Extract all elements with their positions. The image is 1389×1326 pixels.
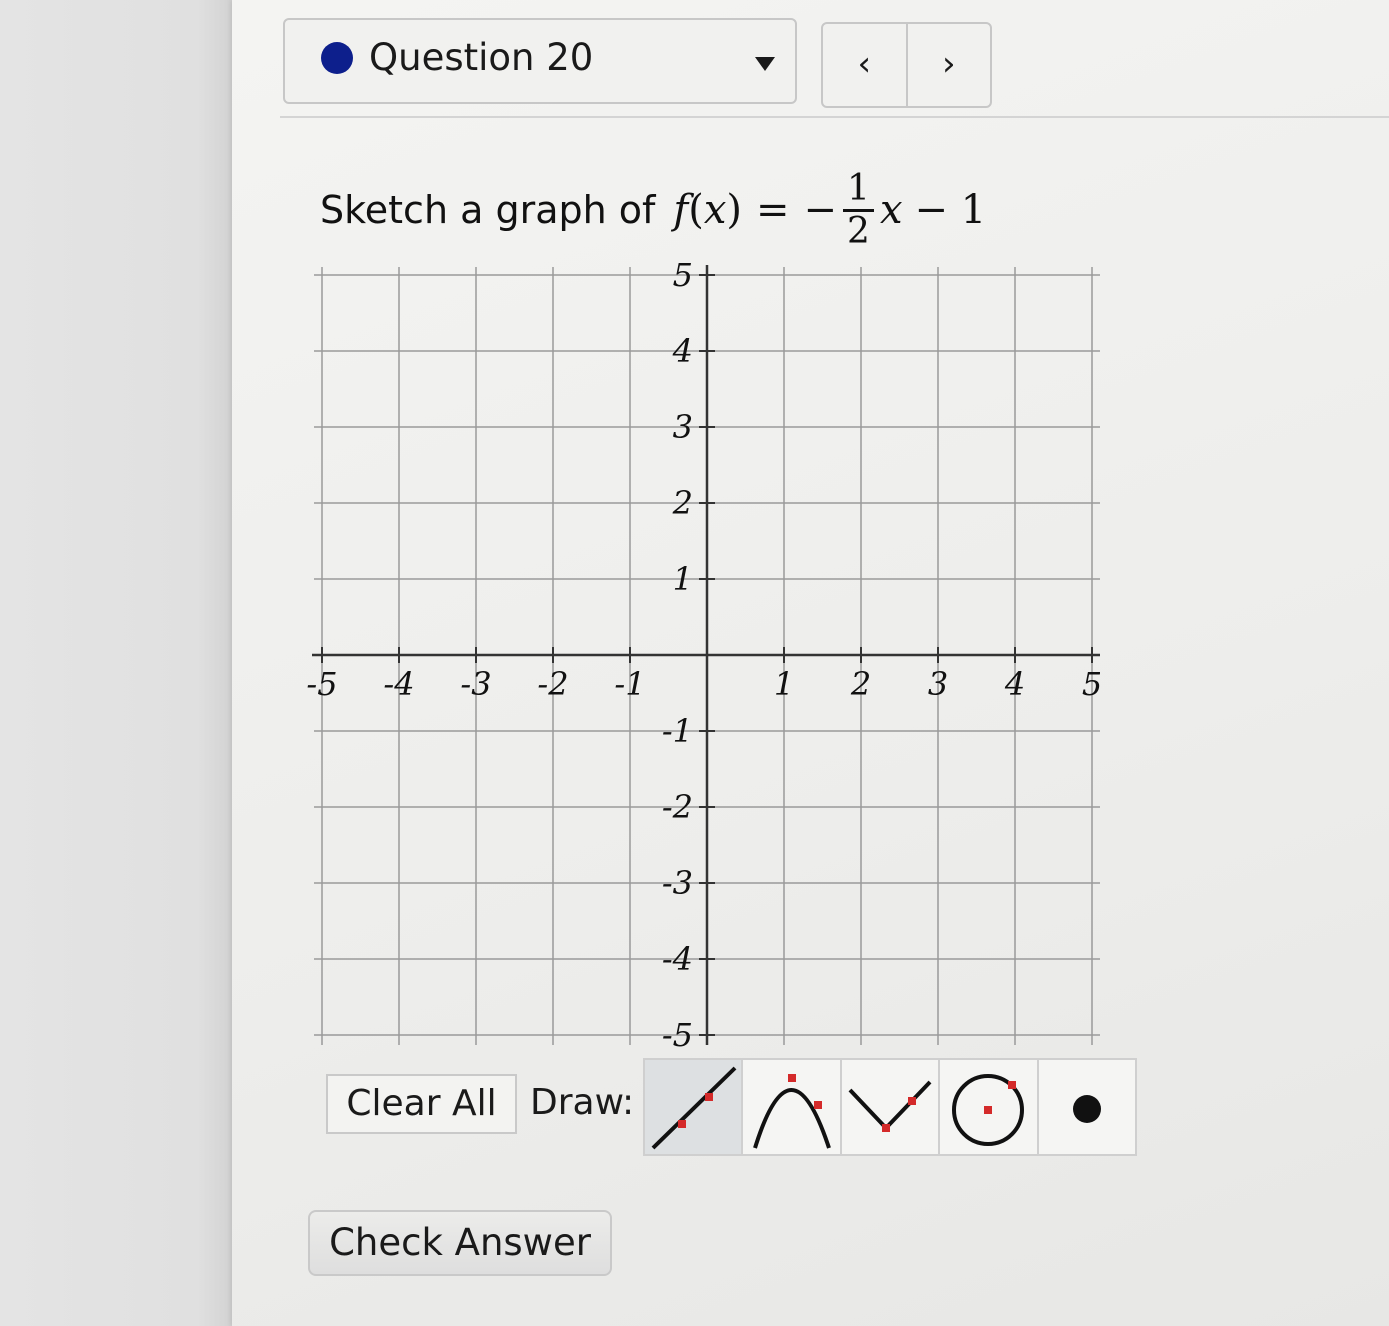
function-name: f <box>673 187 689 233</box>
draw-label: Draw: <box>530 1082 635 1123</box>
y-tick-label: 5 <box>673 256 693 294</box>
constant-term: − 1 <box>914 187 987 233</box>
next-question-button[interactable]: › <box>905 24 991 106</box>
point-tool-button[interactable] <box>1036 1060 1135 1154</box>
open-paren: ( <box>688 187 704 233</box>
y-tick-label: 4 <box>672 332 693 370</box>
header-divider <box>280 116 1389 118</box>
y-tick-label: -3 <box>662 864 693 902</box>
x-tick-label: 2 <box>850 665 871 703</box>
equals-sign: = <box>756 187 790 233</box>
fraction-denominator: 2 <box>847 210 870 252</box>
graphing-canvas[interactable]: -5 -4 -3 -2 -1 1 2 3 4 5 5 4 3 2 1 -1 -2 -3 -4 -5 <box>300 255 1100 1055</box>
x-tick-label: -5 <box>306 665 337 703</box>
question-label: Question 20 <box>369 36 594 79</box>
question-nav: ‹ › <box>821 22 992 108</box>
slope-variable: x <box>879 187 903 233</box>
line-tool-button[interactable] <box>645 1060 742 1154</box>
fraction-numerator: 1 <box>843 168 874 212</box>
point-tool-icon <box>1072 1095 1101 1123</box>
circle-tool-icon <box>952 1074 1025 1146</box>
absolute-value-tool-button[interactable] <box>839 1060 938 1154</box>
absolute-value-tool-icon <box>848 1080 932 1132</box>
fraction: 1 2 <box>843 168 874 252</box>
x-tick-label: 4 <box>1004 665 1025 703</box>
y-tick-label: -1 <box>662 712 693 750</box>
clear-all-button[interactable]: Clear All <box>326 1074 517 1134</box>
x-tick-label: -2 <box>537 665 568 703</box>
prompt-text: Sketch a graph of <box>320 188 656 232</box>
check-answer-button[interactable]: Check Answer <box>308 1210 612 1276</box>
y-tick-label: -5 <box>662 1016 693 1054</box>
line-tool-icon <box>651 1066 737 1150</box>
function-expression: f ( x ) = − 1 2 x − 1 <box>673 168 987 252</box>
previous-question-button[interactable]: ‹ <box>823 24 906 106</box>
x-tick-label: -3 <box>460 665 491 703</box>
draw-tools <box>643 1058 1137 1156</box>
chevron-right-icon: › <box>941 44 956 84</box>
x-tick-label: 1 <box>774 665 794 703</box>
parabola-tool-icon <box>753 1074 832 1149</box>
y-tick-label: -2 <box>662 788 693 826</box>
y-tick-label: -4 <box>662 940 693 978</box>
circle-tool-button[interactable] <box>938 1060 1036 1154</box>
minus-sign: − <box>803 187 838 233</box>
function-variable: x <box>703 187 727 233</box>
x-tick-label: 3 <box>928 665 948 703</box>
parabola-tool-button[interactable] <box>741 1060 839 1154</box>
question-prompt: Sketch a graph of f ( x ) = − 1 2 x − 1 <box>320 160 986 260</box>
x-tick-label: -4 <box>383 665 414 703</box>
question-selector[interactable]: Question 20 <box>283 18 797 104</box>
close-paren: ) <box>726 187 743 233</box>
caret-down-icon <box>755 57 775 71</box>
y-tick-label: 3 <box>673 408 693 446</box>
x-tick-label: 5 <box>1082 665 1100 703</box>
x-tick-label: -1 <box>614 665 645 703</box>
question-status-dot <box>321 42 353 74</box>
y-tick-label: 1 <box>673 560 693 598</box>
left-margin <box>0 0 232 1326</box>
chevron-left-icon: ‹ <box>857 44 872 84</box>
y-tick-label: 2 <box>672 484 693 522</box>
